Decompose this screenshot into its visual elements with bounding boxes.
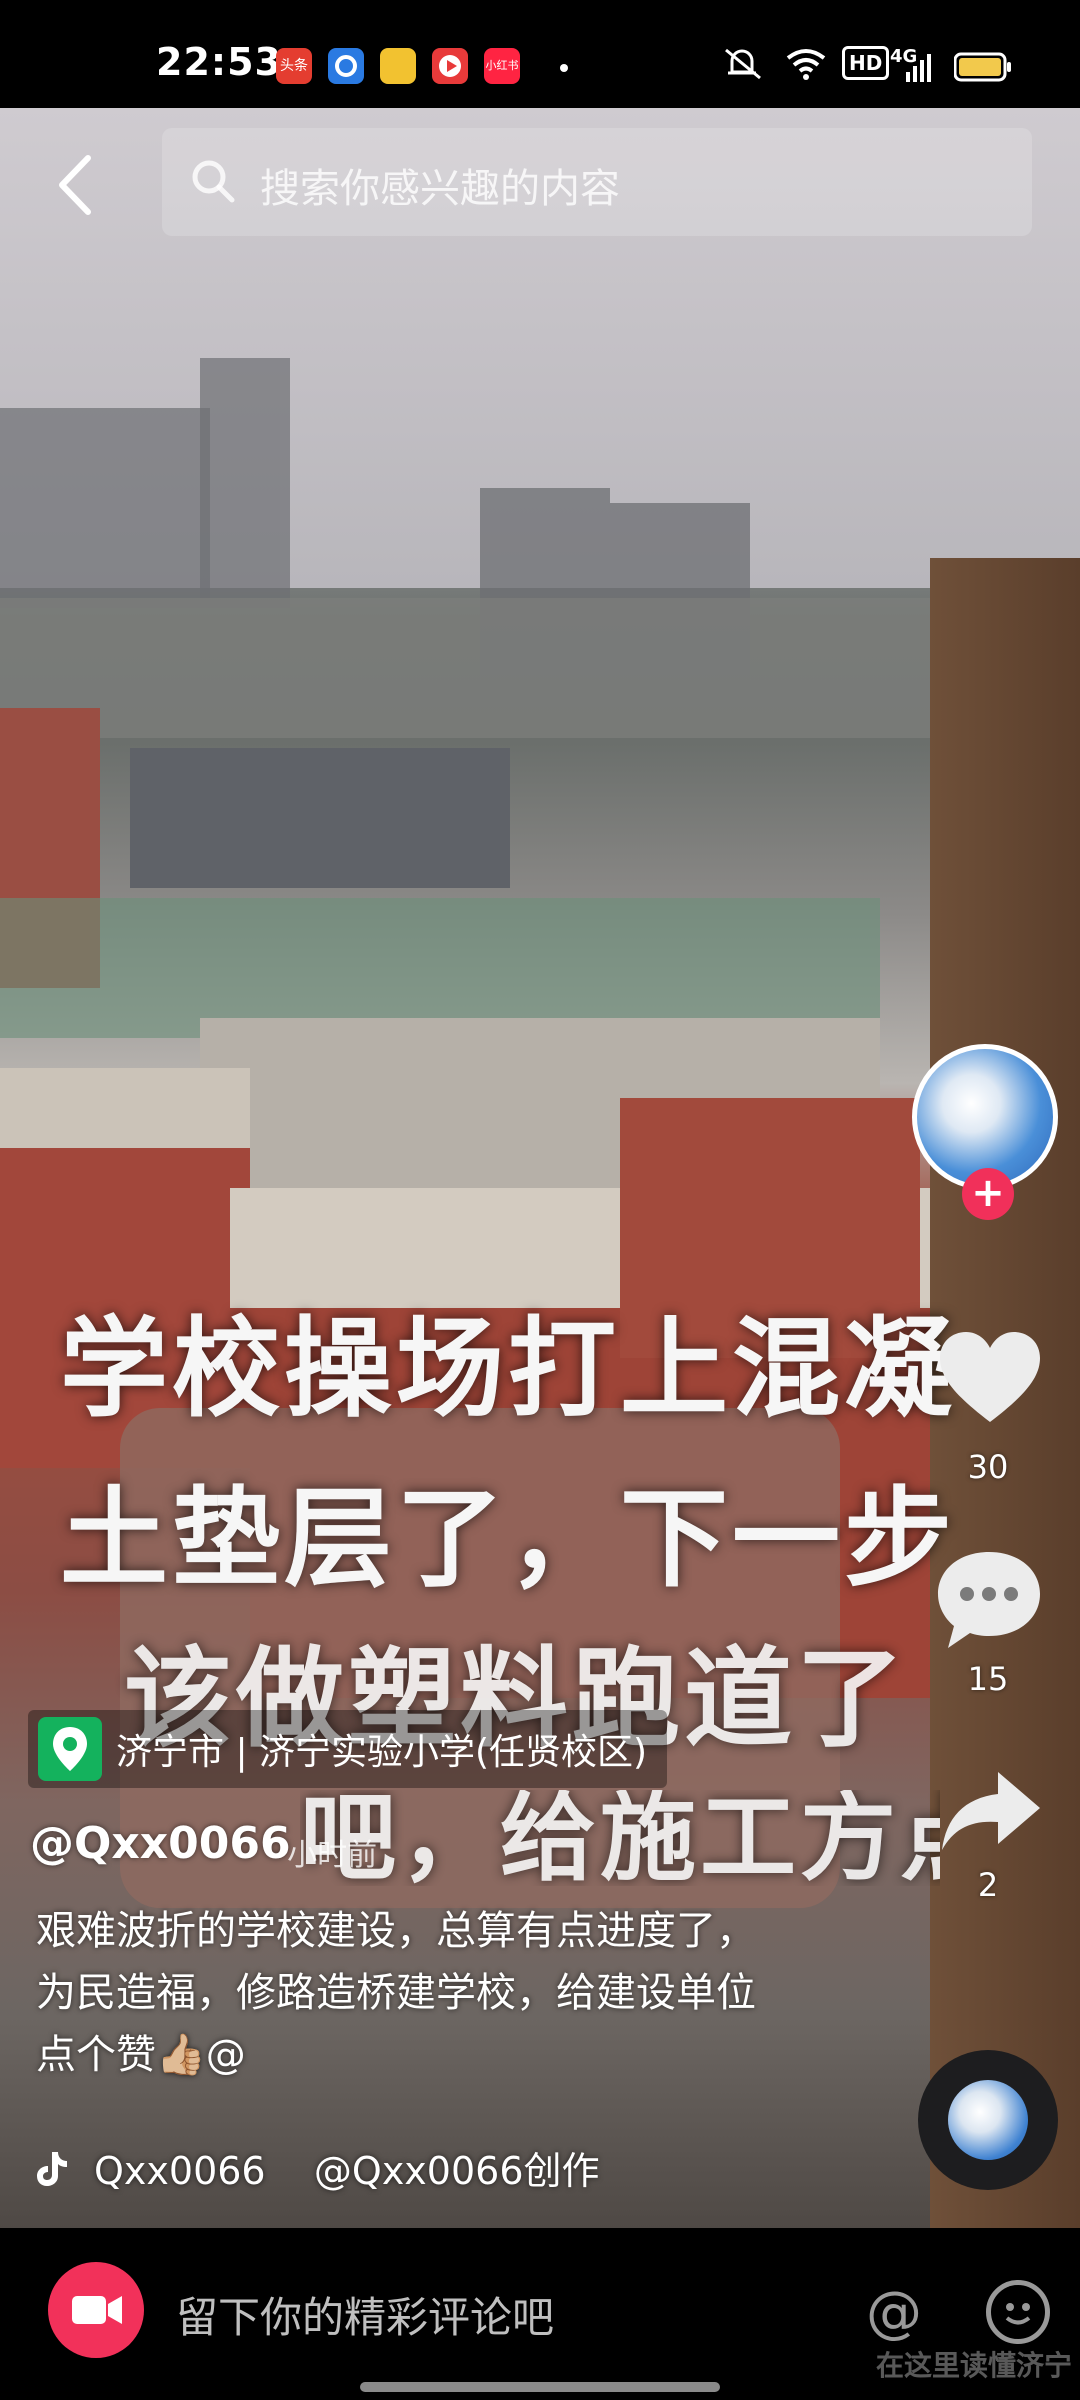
toutiao-icon: 头条 — [276, 48, 312, 84]
heart-icon[interactable] — [936, 1330, 1044, 1426]
comment-bar: 留下你的精彩评论吧 @ 在这里读懂济宁 — [0, 2228, 1080, 2400]
search-icon — [192, 160, 235, 203]
comment-input[interactable]: 留下你的精彩评论吧 — [176, 2284, 554, 2345]
hd-badge: HD — [842, 46, 890, 80]
emoji-icon[interactable] — [986, 2280, 1050, 2344]
mute-icon — [720, 46, 766, 82]
search-placeholder: 搜索你感兴趣的内容 — [260, 166, 620, 212]
music-disc-cover — [948, 2080, 1028, 2160]
post-description[interactable]: 艰难波折的学校建设，总算有点进度了，为民造福，修路造桥建学校，给建设单位点个赞👍… — [36, 1900, 776, 2086]
battery-icon — [953, 52, 1012, 88]
bg-building — [200, 358, 290, 608]
bg-city — [0, 598, 1000, 738]
search-bar[interactable]: 搜索你感兴趣的内容 — [162, 128, 1032, 236]
author-name[interactable]: @Qxx0066 — [30, 1818, 291, 1869]
music-disc[interactable] — [918, 2050, 1058, 2190]
camera-icon — [72, 2296, 122, 2324]
browser-icon — [328, 48, 364, 84]
music-text: Qxx0066 @Qxx0066创作 — [94, 2149, 600, 2193]
bg-warehouse — [130, 748, 510, 888]
bg-building — [0, 408, 210, 608]
notes-icon — [380, 48, 416, 84]
bg-green-fence — [0, 898, 880, 1038]
back-arrow-icon — [59, 155, 91, 215]
video-icon — [432, 48, 468, 84]
watermark: 在这里读懂济宁 — [876, 2349, 1073, 2382]
comment-icon[interactable] — [934, 1548, 1044, 1652]
location-pin-icon — [38, 1717, 102, 1781]
wifi-icon — [784, 46, 828, 82]
comment-count: 15 — [967, 1660, 1009, 1698]
location-text: 济宁市 | 济宁实验小学(任贤校区) — [116, 1732, 648, 1773]
overlay-text-line: 学校操场打上混凝 — [60, 1307, 957, 1432]
more-notifications-dot — [560, 64, 568, 72]
overlay-text-line: 吧，给施工方点赞 — [300, 1790, 940, 1886]
camera-button[interactable] — [48, 2262, 144, 2358]
home-indicator[interactable] — [360, 2382, 720, 2392]
school-wing-roof — [0, 1068, 250, 1148]
xiaohongshu-icon: 小红书 — [484, 48, 520, 84]
follow-button[interactable]: + — [962, 1168, 1014, 1220]
mention-icon[interactable]: @ — [866, 2280, 922, 2345]
back-button[interactable] — [52, 150, 102, 220]
music-info[interactable]: Qxx0066 @Qxx0066创作 — [30, 2140, 600, 2195]
overlay-text-line: 土垫层了，下一步 — [60, 1477, 957, 1602]
post-time: · 小时前 — [268, 1838, 378, 1873]
share-count: 2 — [977, 1866, 999, 1904]
tiktok-note-icon — [37, 2151, 67, 2186]
status-bar: 22:53 头条 小红书 HD 4G — [0, 0, 1080, 108]
signal-icon — [906, 52, 932, 88]
location-tag[interactable]: 济宁市 | 济宁实验小学(任贤校区) — [28, 1710, 668, 1788]
like-count: 30 — [967, 1448, 1009, 1486]
status-time: 22:53 — [156, 40, 282, 84]
share-icon[interactable] — [936, 1766, 1046, 1856]
